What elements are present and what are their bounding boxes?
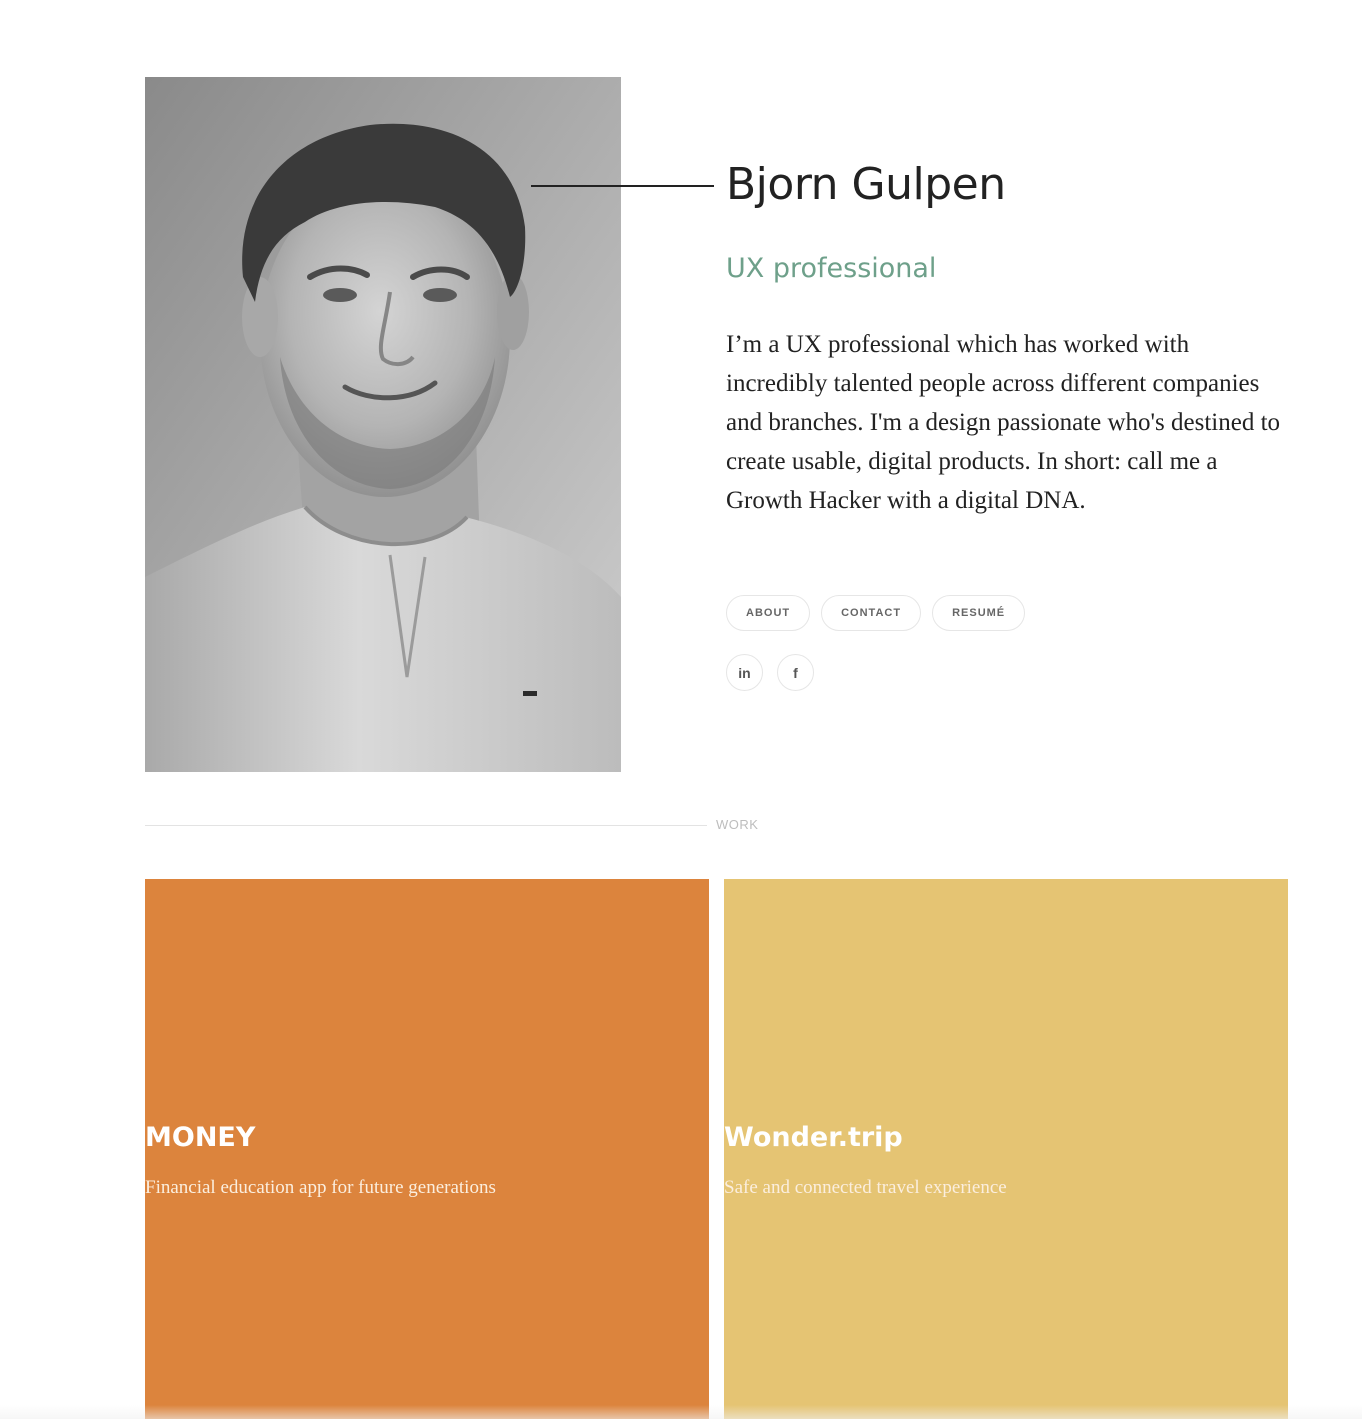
- project-subtitle-money: Financial education app for future gener…: [145, 1177, 496, 1198]
- linkedin-icon[interactable]: in: [726, 654, 763, 691]
- resume-button[interactable]: RESUMÉ: [932, 595, 1026, 631]
- profile-nav: ABOUT CONTACT RESUMÉ: [726, 595, 1026, 631]
- social-links: in f: [726, 654, 814, 691]
- work-section-label: WORK: [716, 817, 759, 832]
- contact-button[interactable]: CONTACT: [821, 595, 922, 631]
- profile-name: Bjorn Gulpen: [726, 159, 1006, 210]
- project-subtitle-wondertrip: Safe and connected travel experience: [724, 1177, 1007, 1198]
- profile-photo: [145, 77, 621, 772]
- about-button[interactable]: ABOUT: [726, 595, 811, 631]
- facebook-icon[interactable]: f: [777, 654, 814, 691]
- project-title-money: MONEY: [145, 1122, 256, 1153]
- work-divider: [145, 825, 707, 826]
- profile-bio: I’m a UX professional which has worked w…: [726, 331, 1281, 514]
- project-title-wondertrip: Wonder.trip: [724, 1122, 903, 1153]
- name-connector-line: [531, 185, 714, 187]
- profile-role: UX professional: [726, 253, 937, 284]
